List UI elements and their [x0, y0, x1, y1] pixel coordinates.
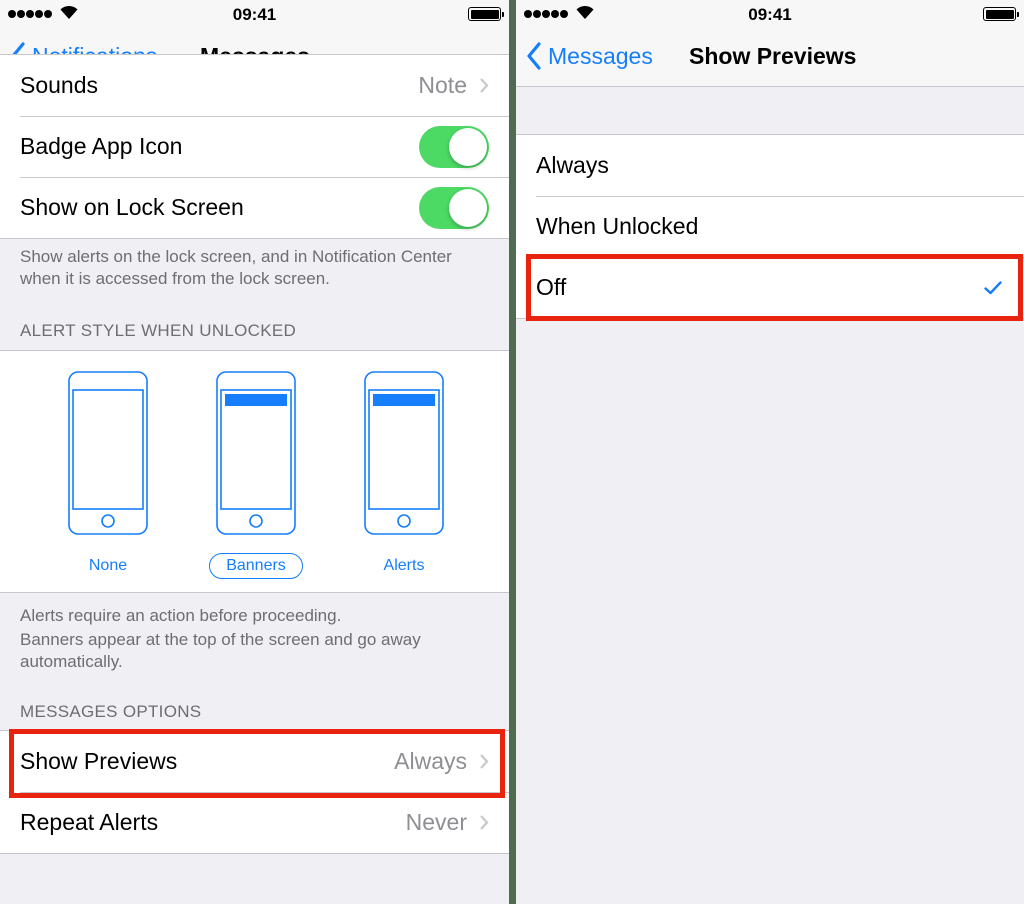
show-on-lock-screen-toggle[interactable] — [419, 186, 489, 229]
choice-always[interactable]: Always — [516, 135, 1024, 196]
back-button-messages[interactable]: Messages — [526, 41, 653, 71]
show-on-lock-screen-label: Show on Lock Screen — [20, 194, 244, 220]
battery-icon — [983, 7, 1019, 21]
status-bar: 09:41 — [0, 0, 509, 28]
badge-app-icon-label: Badge App Icon — [20, 133, 183, 159]
chevron-left-icon — [527, 42, 541, 70]
off-choice-highlight — [526, 254, 1023, 321]
alert-style-none[interactable]: None — [48, 371, 168, 579]
alert-style-banners[interactable]: Banners — [196, 371, 316, 579]
show-on-lock-screen-row: Show on Lock Screen — [0, 177, 509, 238]
phone-alert-icon — [364, 371, 444, 535]
alerts-group: Sounds Note Badge App Icon Show on Lock … — [0, 54, 509, 239]
alert-style-picker: None Banners Alerts — [0, 350, 509, 593]
phone-none-icon — [68, 371, 148, 535]
status-time: 09:41 — [748, 5, 792, 24]
show-previews-screen: 09:41 Messages Show Previews Always When… — [516, 0, 1024, 904]
messages-options-header: MESSAGES OPTIONS — [20, 702, 202, 721]
choice-always-label: Always — [536, 152, 609, 178]
messages-settings-screen: 09:41 Notifications Messages Sounds Note… — [0, 0, 509, 904]
badge-app-icon-row: Badge App Icon — [0, 116, 509, 177]
page-title: Show Previews — [689, 43, 857, 69]
alert-footer-line1: Alerts require an action before proceedi… — [20, 606, 342, 625]
sounds-label: Sounds — [20, 72, 99, 98]
chevron-right-icon — [480, 815, 489, 830]
alert-style-header: ALERT STYLE WHEN UNLOCKED — [20, 321, 297, 340]
choice-when-unlocked[interactable]: When Unlocked — [516, 196, 1024, 257]
settings-content: Sounds Note Badge App Icon Show on Lock … — [0, 54, 509, 904]
chevron-right-icon — [480, 78, 489, 93]
repeat-alerts-value: Never — [405, 809, 467, 835]
show-previews-highlight — [9, 729, 505, 798]
repeat-alerts-label: Repeat Alerts — [20, 809, 159, 835]
repeat-alerts-row[interactable]: Repeat Alerts Never — [0, 792, 509, 853]
phone-banner-icon — [216, 371, 296, 535]
status-bar: 09:41 — [516, 0, 1024, 28]
alert-style-none-label: None — [88, 557, 128, 574]
navigation-bar: Messages Show Previews — [516, 28, 1024, 87]
show-previews-content: Always When Unlocked Off — [516, 88, 1024, 904]
lock-screen-footer: Show alerts on the lock screen, and in N… — [20, 247, 452, 288]
sounds-row[interactable]: Sounds Note — [0, 55, 509, 116]
badge-app-icon-toggle[interactable] — [419, 125, 489, 168]
choice-when-unlocked-label: When Unlocked — [536, 213, 699, 239]
alert-style-alerts[interactable]: Alerts — [344, 371, 464, 579]
alert-style-banners-label: Banners — [209, 553, 303, 579]
alert-footer-line2: Banners appear at the top of the screen … — [20, 630, 421, 671]
alert-style-alerts-label: Alerts — [383, 557, 425, 574]
back-label: Messages — [548, 42, 653, 69]
sounds-value: Note — [418, 72, 467, 98]
battery-icon — [468, 7, 504, 21]
status-time: 09:41 — [232, 5, 277, 24]
